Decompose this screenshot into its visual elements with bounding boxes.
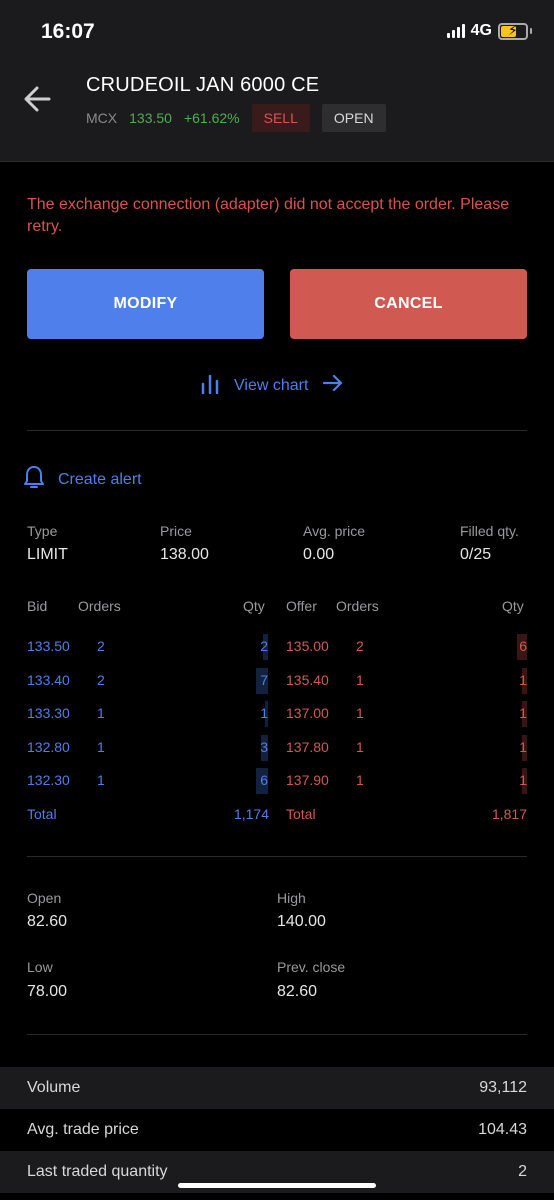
sell-badge: SELL — [251, 104, 310, 132]
bid-total-value: 1,174 — [233, 806, 269, 822]
divider — [27, 430, 527, 431]
ask-price: 135.00 — [286, 638, 329, 654]
divider — [27, 1034, 527, 1035]
depth-ask-qty-header: Qty — [502, 598, 524, 614]
instrument-title: CRUDEOIL JAN 6000 CE — [86, 74, 320, 96]
bid-price: 132.80 — [27, 739, 70, 755]
stat-label: Last traded quantity — [27, 1163, 168, 1180]
bid-qty: 7 — [260, 672, 268, 688]
depth-offer-header: Offer — [286, 598, 317, 614]
avg-price-label: Avg. price — [303, 523, 365, 539]
depth-bid-qty-header: Qty — [243, 598, 265, 614]
ask-price: 137.00 — [286, 705, 329, 721]
last-price: 133.50 — [129, 110, 172, 126]
bid-price: 133.30 — [27, 705, 70, 721]
bid-orders: 1 — [97, 739, 105, 755]
status-badge: OPEN — [321, 104, 386, 132]
price-label: Price — [160, 523, 192, 539]
depth-row[interactable]: 133.40 2 7 135.40 1 1 — [27, 668, 527, 694]
ask-qty: 1 — [519, 705, 527, 721]
modify-button[interactable]: MODIFY — [27, 269, 264, 339]
bell-icon — [22, 464, 46, 495]
bid-qty: 6 — [260, 772, 268, 788]
depth-total-row: Total 1,174 Total 1,817 — [27, 806, 527, 826]
ask-orders: 1 — [356, 672, 364, 688]
depth-row[interactable]: 132.30 1 6 137.90 1 1 — [27, 768, 527, 794]
ask-total-label: Total — [286, 806, 316, 822]
battery-icon: ⚡ — [498, 22, 528, 40]
depth-ask-orders-header: Orders — [336, 598, 379, 614]
ask-qty: 1 — [519, 739, 527, 755]
avg-price-value: 0.00 — [303, 546, 335, 563]
high-label: High — [277, 890, 306, 906]
status-indicators: 4G ⚡ — [446, 22, 532, 40]
network-type: 4G — [470, 22, 492, 39]
depth-row[interactable]: 132.80 1 3 137.80 1 1 — [27, 735, 527, 761]
create-alert-label: Create alert — [58, 470, 142, 488]
ask-qty: 1 — [519, 772, 527, 788]
prev-close-label: Prev. close — [277, 959, 346, 975]
divider — [27, 856, 527, 857]
price-change: +61.62% — [183, 110, 240, 126]
ask-qty: 1 — [519, 672, 527, 688]
bid-total-label: Total — [27, 806, 57, 822]
bid-price: 133.50 — [27, 638, 70, 654]
depth-row[interactable]: 133.50 2 2 135.00 2 6 — [27, 634, 527, 660]
type-value: LIMIT — [27, 546, 68, 563]
depth-bid-orders-header: Orders — [78, 598, 121, 614]
ask-orders: 2 — [356, 638, 364, 654]
chart-icon — [200, 372, 220, 399]
open-label: Open — [27, 890, 62, 906]
home-indicator[interactable] — [178, 1183, 376, 1188]
ask-orders: 1 — [356, 772, 364, 788]
filled-qty-value: 0/25 — [460, 546, 492, 563]
ask-orders: 1 — [356, 705, 364, 721]
stat-row-avg-trade-price: Avg. trade price 104.43 — [0, 1109, 554, 1151]
ask-price: 137.90 — [286, 772, 329, 788]
filled-qty-label: Filled qty. — [460, 523, 519, 539]
ask-price: 137.80 — [286, 739, 329, 755]
ask-orders: 1 — [356, 739, 364, 755]
back-arrow-icon[interactable] — [22, 84, 52, 114]
view-chart-label: View chart — [234, 376, 309, 394]
low-label: Low — [27, 959, 53, 975]
error-message: The exchange connection (adapter) did no… — [27, 196, 510, 235]
ask-total-value: 1,817 — [491, 806, 527, 822]
bid-orders: 1 — [97, 705, 105, 721]
stat-label: Avg. trade price — [27, 1121, 139, 1138]
bid-qty: 2 — [260, 638, 268, 654]
stat-row-volume: Volume 93,112 — [0, 1067, 554, 1109]
ask-qty: 6 — [519, 638, 527, 654]
open-value: 82.60 — [27, 913, 68, 930]
low-value: 78.00 — [27, 983, 68, 1000]
bid-orders: 1 — [97, 772, 105, 788]
stats-table: Volume 93,112 Avg. trade price 104.43 La… — [0, 1067, 554, 1193]
high-value: 140.00 — [277, 913, 326, 930]
cancel-button[interactable]: CANCEL — [290, 269, 527, 339]
bid-qty: 3 — [260, 739, 268, 755]
header: 16:07 4G ⚡ CRUDEOIL JAN 6000 CE MCX 133.… — [0, 0, 554, 162]
stat-value: 93,112 — [479, 1079, 527, 1096]
stat-value: 104.43 — [478, 1121, 527, 1138]
depth-row[interactable]: 133.30 1 1 137.00 1 1 — [27, 701, 527, 727]
quote-row: MCX 133.50 +61.62% SELL OPEN — [86, 104, 386, 132]
bid-price: 132.30 — [27, 772, 70, 788]
depth-bid-header: Bid — [27, 598, 48, 614]
type-label: Type — [27, 523, 58, 539]
bid-orders: 2 — [97, 638, 105, 654]
status-time: 16:07 — [41, 20, 95, 43]
bid-price: 133.40 — [27, 672, 70, 688]
stat-value: 2 — [518, 1163, 527, 1180]
price-value: 138.00 — [160, 546, 209, 563]
arrow-right-icon — [322, 373, 344, 398]
signal-icon — [446, 24, 465, 38]
stat-label: Volume — [27, 1079, 81, 1096]
bid-qty: 1 — [260, 705, 268, 721]
create-alert-link[interactable]: Create alert — [22, 464, 142, 495]
view-chart-link[interactable]: View chart — [200, 372, 344, 399]
prev-close-value: 82.60 — [277, 983, 318, 1000]
bid-orders: 2 — [97, 672, 105, 688]
ask-price: 135.40 — [286, 672, 329, 688]
exchange-label: MCX — [86, 110, 118, 126]
